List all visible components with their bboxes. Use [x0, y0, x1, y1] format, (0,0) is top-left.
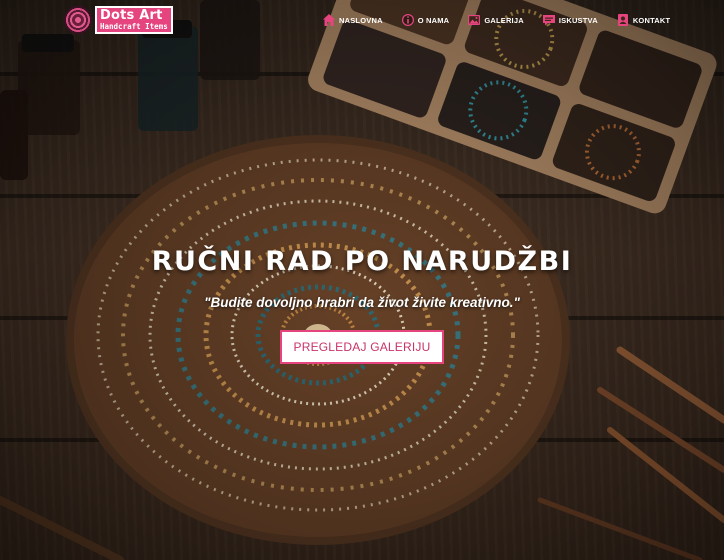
mandala-logo-icon: [64, 6, 92, 34]
nav-label-o-nama: O NAMA: [417, 15, 450, 25]
view-gallery-button[interactable]: PREGLEDAJ GALERIJU: [279, 330, 445, 364]
logo-text-box: Dots Art Handcraft Items: [95, 6, 173, 34]
nav-item-kontakt[interactable]: KONTAKT: [616, 13, 671, 27]
nav-label-naslovna: NASLOVNA: [339, 15, 383, 25]
nav-label-galerija: GALERIJA: [484, 15, 524, 25]
nav-item-o-nama[interactable]: O NAMA: [401, 13, 450, 27]
nav-label-kontakt: KONTAKT: [632, 15, 671, 25]
contact-icon: [617, 14, 628, 26]
hero-title: RUČNI RAD PO NARUDŽBI: [151, 246, 573, 277]
brand-tagline: Handcraft Items: [100, 22, 168, 32]
nav-item-iskustva[interactable]: ISKUSTVA: [542, 13, 598, 27]
gallery-icon: [468, 15, 481, 25]
info-icon: [401, 14, 414, 26]
main-navigation: NASLOVNA O NAMA GALERIJA ISKUSTVA KONTAK…: [322, 13, 670, 27]
site-header: Dots Art Handcraft Items NASLOVNA O NAMA: [0, 0, 724, 42]
hero-quote: "Budite dovoljno hrabri da život živite …: [204, 295, 520, 310]
nav-item-galerija[interactable]: GALERIJA: [467, 13, 524, 27]
hero-section: RUČNI RAD PO NARUDŽBI "Budite dovoljno h…: [0, 246, 724, 364]
nav-label-iskustva: ISKUSTVA: [558, 15, 598, 25]
chat-icon: [542, 15, 555, 26]
nav-item-naslovna[interactable]: NASLOVNA: [322, 13, 383, 27]
brand-logo[interactable]: Dots Art Handcraft Items: [64, 6, 173, 34]
brand-name: Dots Art: [100, 8, 163, 24]
home-icon: [323, 14, 335, 26]
